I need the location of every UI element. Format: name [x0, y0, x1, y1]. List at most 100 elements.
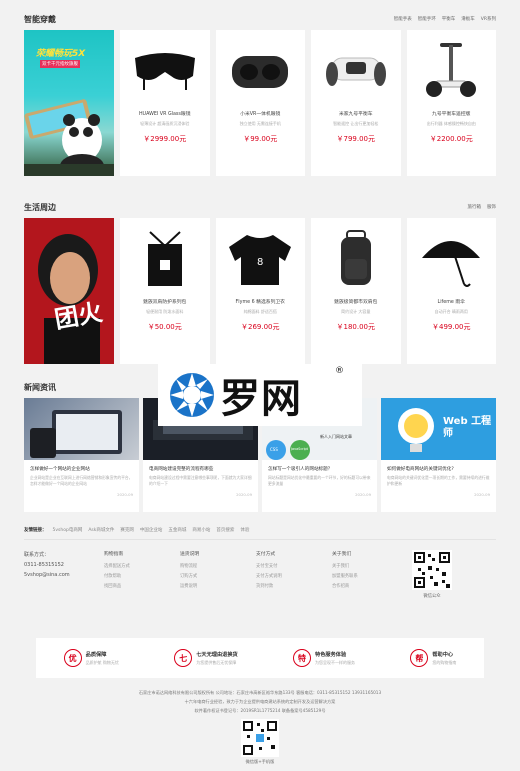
news-desc: 电商网站的关键词优化是一项长期的工作，需要持续的进行维护和更新 — [387, 475, 490, 486]
footer-link[interactable]: 购物流程 — [180, 562, 256, 572]
product-desc: 纯棉面料 舒适百搭 — [243, 309, 277, 314]
copyright: 石家庄市诺达网络科技有限公司版权所有 公司地址：石家庄市高新区裕华东路133号 … — [24, 688, 496, 715]
footer-link[interactable]: 支付方式说明 — [256, 572, 332, 582]
footer-col-title: 支付方式 — [256, 552, 276, 557]
news-title-text: 怎样做好一个网站的企业网站 — [30, 467, 90, 472]
footer-link[interactable]: 货到付款 — [256, 582, 332, 592]
js-label: JavaScript — [291, 447, 308, 451]
news-title-text: 怎样写一个吸引人的网站标题？ — [268, 467, 333, 472]
vr-glasses-icon — [128, 40, 202, 102]
news-date: 2020-09 — [355, 492, 371, 497]
footer-link[interactable]: 选择配送方式 — [104, 562, 180, 572]
wearables-link[interactable]: 智能手环 — [418, 16, 436, 22]
wearables-link[interactable]: 智能手表 — [394, 16, 412, 22]
contact-email[interactable]: 5vshop@sina.com — [24, 570, 104, 580]
wearables-row: 荣耀畅玩5X 双卡千元指纹旗舰 HUAWEI VR Glass眼镜 轻薄设计 超… — [24, 30, 496, 176]
friend-links: 友情链接： 5vshop电商网 Ask商城文件 赛克网 中国企业站 五金商城 商… — [24, 520, 496, 540]
product-card[interactable]: 九号平衡车遥控版 出行利器 体感操控畅快自由 ￥2200.00元 — [406, 30, 496, 176]
footer-col-title: 关于我们 — [332, 552, 352, 557]
news-image: Web 工程师 — [381, 398, 496, 460]
wearables-link[interactable]: 平衡车 — [442, 16, 456, 22]
service-sub: 为您呈现不一样的服务 — [315, 659, 356, 665]
service-item[interactable]: 七 七天无理由退换货 为您提供售后无忧保障 — [174, 649, 238, 667]
backpack-icon — [319, 228, 393, 290]
drawstring-bag-icon — [128, 228, 202, 290]
wearables-link[interactable]: VR系列 — [481, 16, 496, 22]
product-price: ￥269.00元 — [241, 323, 280, 331]
page: 智能穿戴 智能手表 智能手环 平衡车 滑板车 VR系列 荣耀畅玩5X 双卡千元指… — [24, 8, 496, 614]
product-card[interactable]: 小米VR一体机眼镜 独立使用 无需连接手机 ￥99.00元 — [215, 30, 305, 176]
product-card[interactable]: Lifeme 雨伞 自动开合 晴雨两用 ￥499.00元 — [406, 218, 496, 364]
news-date: 2020-09 — [236, 492, 252, 497]
news-title: 新闻资讯 — [24, 382, 56, 392]
help-icon: 帮 — [410, 649, 429, 667]
news-card[interactable]: Web 工程师 如何做好电商网站的关键词优化? 电商网站的关键词优化是一项长期的… — [381, 398, 496, 512]
footer-link[interactable]: 订购方式 — [180, 572, 256, 582]
friend-link[interactable]: 中国企业站 — [140, 527, 163, 533]
service-sub: 您的购物指南 — [432, 659, 457, 665]
qr-caption: 微信公众 — [423, 594, 441, 599]
product-card[interactable]: 魅族双肩防护系列包 轻便耐用 防泼水面料 ￥50.00元 — [120, 218, 210, 364]
product-name: 魅族极简都市双肩包 — [334, 300, 378, 305]
service-item[interactable]: 帮 帮助中心 您的购物指南 — [410, 649, 456, 667]
product-card[interactable]: 米家九号平衡车 智能遥控 让出行更加轻松 ￥799.00元 — [311, 30, 401, 176]
footer-columns: 联系方式： 0311-85315152 5vshop@sina.com 购物指南… — [24, 540, 496, 614]
friend-link[interactable]: 5vshop电商网 — [53, 527, 83, 533]
footer-link[interactable]: 付款帮助 — [104, 572, 180, 582]
life-title: 生活周边 — [24, 202, 56, 212]
footer-link[interactable]: 找回商品 — [104, 582, 180, 592]
product-card[interactable]: 魅族极简都市双肩包 简约设计 大容量 ￥180.00元 — [311, 218, 401, 364]
life-banner[interactable]: 团火 — [24, 218, 114, 364]
footer-col-title: 购物指南 — [104, 552, 124, 557]
life-link[interactable]: 服饰 — [487, 204, 496, 210]
service-item[interactable]: 优 品质保障 品质护航 购物无忧 — [63, 649, 119, 667]
card4-caption: Web 工程师 — [443, 416, 492, 439]
life-row: 团火 魅族双肩防护系列包 轻便耐用 防泼水面料 ￥50.00元 8 Flyme … — [24, 218, 496, 364]
service-title: 帮助中心 — [432, 651, 454, 658]
footer-link[interactable]: 运费说明 — [180, 582, 256, 592]
balance-scooter-icon — [319, 40, 393, 102]
friend-link[interactable]: 体验 — [240, 527, 249, 533]
service-sub: 为您提供售后无忧保障 — [196, 659, 237, 665]
product-desc: 智能遥控 让出行更加轻松 — [333, 121, 379, 126]
product-card[interactable]: 8 Flyme 6 精选系列卫衣 纯棉面料 舒适百搭 ￥269.00元 — [215, 218, 305, 364]
life-link[interactable]: 旅行箱 — [468, 204, 482, 210]
footer-col: 送货说明 购物流程 订购方式 运费说明 — [180, 550, 256, 614]
life-links: 旅行箱 服饰 — [468, 204, 497, 210]
service-title: 特色服务体验 — [315, 651, 347, 658]
watermark-logo-icon — [170, 373, 214, 417]
product-name: Lifeme 雨伞 — [437, 300, 465, 305]
footer-contact: 联系方式： 0311-85315152 5vshop@sina.com — [24, 550, 104, 614]
friend-link[interactable]: 商易小站 — [192, 527, 210, 533]
wearables-banner[interactable]: 荣耀畅玩5X 双卡千元指纹旗舰 — [24, 30, 114, 176]
special-icon: 特 — [293, 649, 312, 667]
lightbulb-icon — [398, 408, 434, 452]
product-desc: 简约设计 大容量 — [341, 309, 371, 314]
product-desc: 轻薄设计 超清画质沉浸体验 — [140, 121, 190, 126]
news-card[interactable]: 怎样做好一个网站的企业网站 企业网站是企业在互联网上进行网络营销和形象宣传的平台… — [24, 398, 139, 512]
footer-col-title: 送货说明 — [180, 552, 200, 557]
contact-title: 联系方式： — [24, 552, 50, 558]
service-item[interactable]: 特 特色服务体验 为您呈现不一样的服务 — [293, 649, 355, 667]
footer-col: 支付方式 支付宝支付 支付方式说明 货到付款 — [256, 550, 332, 614]
footer-link[interactable]: 支付宝支付 — [256, 562, 332, 572]
wearables-link[interactable]: 滑板车 — [461, 16, 475, 22]
wearables-links: 智能手表 智能手环 平衡车 滑板车 VR系列 — [394, 16, 496, 22]
product-price: ￥2200.00元 — [429, 135, 473, 143]
qr-code-icon — [241, 719, 279, 757]
product-desc: 独立使用 无需连接手机 — [239, 121, 281, 126]
card3-caption: 新人入门网站文章 — [320, 434, 352, 439]
wechat-qr: 微信公众 — [412, 550, 452, 614]
footer-col: 关于我们 关于我们 加盟服务联系 合作招商 — [332, 550, 408, 614]
friend-link[interactable]: 五金商城 — [168, 527, 186, 533]
product-card[interactable]: HUAWEI VR Glass眼镜 轻薄设计 超清画质沉浸体验 ￥2999.00… — [120, 30, 210, 176]
friend-link[interactable]: Ask商城文件 — [88, 527, 114, 533]
news-image — [24, 398, 139, 460]
footer-link[interactable]: 合作招商 — [332, 582, 408, 592]
copyright-line: 十六年电商行业经验，致力于为企业提供电商建站系统的定制开发及运营解决方案 — [184, 699, 336, 704]
friend-link[interactable]: 首页搜索 — [216, 527, 234, 533]
footer-link[interactable]: 关于我们 — [332, 562, 408, 572]
friend-link[interactable]: 赛克网 — [120, 527, 134, 533]
footer-link[interactable]: 加盟服务联系 — [332, 572, 408, 582]
footer-col: 购物指南 选择配送方式 付款帮助 找回商品 — [104, 550, 180, 614]
